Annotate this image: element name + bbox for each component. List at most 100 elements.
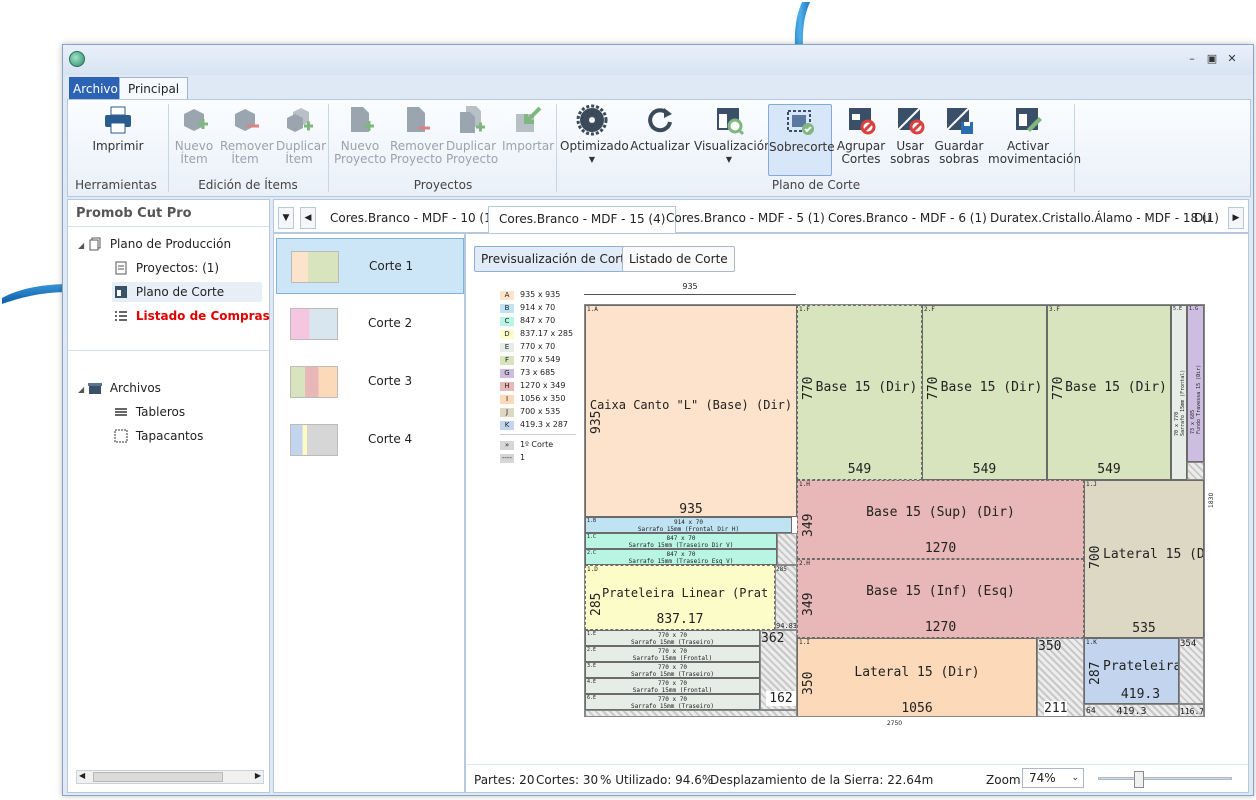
piece-e3[interactable]: 3.E 770 x 70 Sarrafo 15mm (Traseiro) (585, 662, 760, 678)
cut-item[interactable]: Corte 1 (276, 238, 464, 294)
piece-d[interactable]: 1.D Prateleira Linear (Prat Esq) 837.17 … (585, 565, 775, 630)
piece-height: 770 (1051, 376, 1066, 400)
piece-h2[interactable]: 2.H Base 15 (Inf) (Esq) 1270 349 (797, 559, 1084, 638)
minimize-icon[interactable]: – (1185, 52, 1199, 66)
zoom-slider-thumb[interactable] (1133, 771, 1144, 788)
tab-list-dropdown[interactable]: ▼ (278, 207, 294, 229)
cut-preview-area: Previsualización de Corte Listado de Cor… (465, 233, 1249, 793)
piece-e5[interactable]: 6.E 770 x 70 Sarrafo 15mm (Traseiro) (585, 694, 760, 710)
nuevo-item-button[interactable]: Nuevo Ítem (174, 104, 214, 176)
piece-e4[interactable]: 4.E 770 x 70 Sarrafo 15mm (Frontal) (585, 678, 760, 694)
tree-archivos[interactable]: ◢ Archivos (78, 378, 161, 398)
piece-c2[interactable]: 2.C 847 x 70 Sarrafo 15mm (Traseiro Esq … (585, 549, 777, 565)
doc-tab[interactable]: Cores.Branco - MDF - 10 (1) (320, 206, 506, 234)
nuevo-proyecto-label: Nuevo Proyecto (334, 139, 387, 166)
group-plano-label: Plano de Corte (771, 178, 861, 192)
tree-tapacantos[interactable]: Tapacantos (114, 426, 203, 446)
doc-tab[interactable]: Du (1188, 206, 1220, 234)
cut-item[interactable]: Corte 2 (276, 296, 464, 352)
agrupar-cortes-button[interactable]: Agrupar Cortes (836, 104, 886, 176)
tree-label: Tableros (135, 405, 186, 419)
piece-f2[interactable]: 2.F Base 15 (Dir) 549 770 (922, 305, 1047, 480)
usar-sobras-button[interactable]: Usar sobras (890, 104, 930, 176)
tree-plano-produccion[interactable]: ◢ Plano de Producción (78, 234, 231, 254)
doc-tab[interactable]: Cores.Branco - MDF - 6 (1) (818, 206, 997, 234)
horizontal-scrollbar[interactable]: ◀ ▶ (76, 770, 264, 784)
remover-item-label: Remover Ítem (220, 139, 274, 166)
piece-name: Sarrafo 15mm (Traseiro Esq V) (628, 558, 734, 565)
group-cuts-icon (849, 108, 876, 135)
piece-e1[interactable]: 1.E 770 x 70 Sarrafo 15mm (Traseiro) (585, 630, 760, 646)
app-window: – ▣ ✕ Archivo Principal Imprimir Herrami… (62, 44, 1254, 796)
tab-scroll-right[interactable]: ▶ (1228, 207, 1244, 229)
piece-name: Sarrafo 15mm (Traseiro) (630, 639, 715, 646)
maximize-icon[interactable]: ▣ (1205, 52, 1219, 66)
nuevo-item-label: Nuevo Ítem (174, 139, 214, 166)
piece-a[interactable]: 1.A Caixa Canto "L" (Base) (Dir) 935 935 (585, 305, 797, 517)
cut-item[interactable]: Corte 4 (276, 412, 464, 468)
importar-button[interactable]: Importar (502, 104, 554, 176)
dropdown-arrow-icon: ▼ (725, 155, 733, 164)
tab-scroll-left[interactable]: ◀ (300, 207, 316, 229)
doc-tab[interactable]: Cores.Branco - MDF - 5 (1) (656, 206, 835, 234)
tab-principal[interactable]: Principal (119, 77, 189, 99)
tree-proyectos[interactable]: Proyectos: (1) (114, 258, 219, 278)
add-box-icon (184, 109, 208, 131)
piece-i[interactable]: 1.I Lateral 15 (Dir) 1056 350 (797, 638, 1037, 716)
actualizar-button[interactable]: Actualizar (630, 104, 690, 176)
piece-c1[interactable]: 1.C 847 x 70 Sarrafo 15mm (Traseiro Dir … (585, 533, 777, 549)
piece-name: Base 15 (Dir) (940, 380, 1043, 395)
optimizado-dropdown[interactable]: Optimizado ▼ (560, 104, 629, 176)
cut-label: Corte 1 (369, 259, 414, 273)
piece-f3[interactable]: 3.F Base 15 (Dir) 549 770 (1047, 305, 1171, 480)
piece-h1[interactable]: 1.H Base 15 (Sup) (Dir) 1270 349 (797, 480, 1084, 559)
sobrecorte-button[interactable]: Sobrecorte (768, 104, 835, 176)
cut-item[interactable]: Corte 3 (276, 354, 464, 410)
imprimir-button[interactable]: Imprimir (88, 104, 148, 176)
activar-movimentacion-button[interactable]: Activar movimentación (988, 104, 1081, 176)
waste-height: 362 (761, 631, 785, 646)
zoom-select[interactable]: 74% ⌄ (1022, 768, 1084, 788)
tree-tableros[interactable]: Tableros (114, 402, 185, 422)
tab-archivo[interactable]: Archivo (69, 77, 122, 99)
remover-proyecto-button[interactable]: Remover Proyecto (390, 104, 444, 176)
listado-tab-button[interactable]: Listado de Corte (622, 246, 735, 272)
piece-width: 535 (1132, 621, 1156, 636)
piece-e2[interactable]: 2.E 770 x 70 Sarrafo 15mm (Frontal) (585, 646, 760, 662)
zoom-slider[interactable] (1098, 771, 1232, 788)
remover-proyecto-label: Remover Proyecto (390, 139, 444, 166)
piece-k[interactable]: 1.K Prateleira 419.3 287 (1084, 638, 1179, 704)
piece-height: 349 (801, 592, 816, 616)
piece-e-vertical[interactable]: 5.E 70 x 770 Sarrafo 15mm (Frontal) (1171, 305, 1187, 480)
waste-width: 211 (1044, 701, 1068, 716)
guardar-sobras-button[interactable]: Guardar sobras (934, 104, 984, 176)
waste-area: 350 211 (1037, 638, 1084, 716)
scroll-thumb[interactable] (93, 772, 223, 782)
legend-row: D 837.17 x 285 (500, 329, 573, 340)
tree-plano-corte[interactable]: Plano de Corte (112, 282, 262, 302)
scroll-right-icon[interactable]: ▶ (255, 771, 261, 780)
remover-item-button[interactable]: Remover Ítem (220, 104, 274, 176)
doc-tab-active[interactable]: Cores.Branco - MDF - 15 (4) (488, 206, 677, 234)
duplicar-item-button[interactable]: Duplicar Ítem (276, 104, 326, 176)
ribbon-separator (1074, 104, 1075, 192)
close-icon[interactable]: ✕ (1225, 52, 1239, 66)
preview-icon (717, 108, 745, 136)
legend-row: I 1056 x 350 (500, 394, 565, 405)
scroll-left-icon[interactable]: ◀ (79, 771, 85, 780)
waste-area: 285 94.83 (775, 565, 797, 630)
nuevo-proyecto-button[interactable]: Nuevo Proyecto (334, 104, 386, 176)
legend-row: J 700 x 535 (500, 407, 560, 418)
preview-tab-button[interactable]: Previsualización de Corte (474, 246, 640, 272)
utilizado-percent: % Utilizado: 94.6% (600, 773, 714, 787)
piece-f1[interactable]: 1.F Base 15 (Dir) 549 770 (797, 305, 922, 480)
tree-listado-compras[interactable]: Listado de Compras (114, 306, 270, 326)
duplicar-proyecto-button[interactable]: Duplicar Proyecto (446, 104, 498, 176)
ribbon: Imprimir Herramientas Nuevo Ítem Remover… (67, 99, 1251, 197)
visualizacion-dropdown[interactable]: Visualización ▼ (694, 104, 772, 176)
legend-text: 770 x 549 (520, 355, 561, 364)
piece-j[interactable]: 1.J Lateral 15 (Dir) 535 700 (1084, 480, 1204, 638)
imprimir-label: Imprimir (92, 139, 144, 153)
piece-b[interactable]: 1.B 914 x 70 Sarrafo 15mm (Frontal Dir H… (585, 517, 792, 533)
piece-g[interactable]: 1.G 73 x 685 Fundo Travessa 15 (Dir) (1187, 305, 1204, 462)
